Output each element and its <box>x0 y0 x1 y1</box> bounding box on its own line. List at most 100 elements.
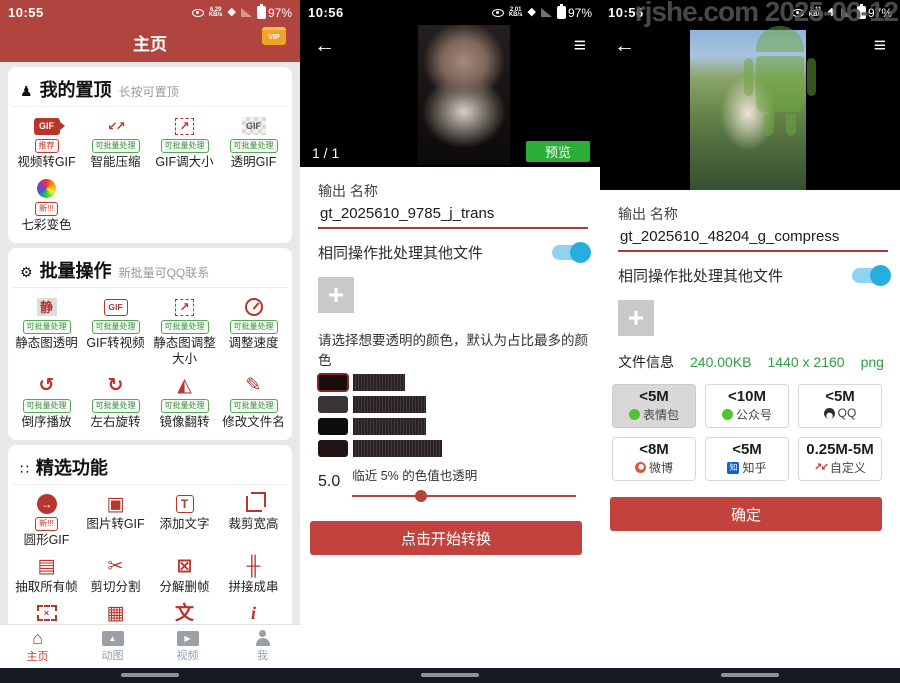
tile-rotate-lr[interactable]: ↻ 可批量处理 左右旋转 <box>81 372 150 435</box>
batch-toggle[interactable] <box>552 245 590 260</box>
system-navbar[interactable] <box>0 668 900 683</box>
output-name-label: 输出 名称 <box>318 181 590 201</box>
option-zhihu[interactable]: <5M 知知乎 <box>705 437 789 481</box>
home-indicator[interactable] <box>421 673 479 677</box>
confirm-button[interactable]: 确定 <box>610 497 882 531</box>
slider-thumb[interactable] <box>415 490 427 502</box>
color-swatch[interactable] <box>318 418 348 435</box>
stacked-images-icon: ▣ <box>107 493 125 515</box>
nav-label: 动图 <box>102 647 124 663</box>
badge: 新!!! <box>35 517 58 531</box>
add-file-button[interactable]: + <box>318 277 354 313</box>
home-indicator[interactable] <box>121 673 179 677</box>
zhihu-icon: 知 <box>727 462 739 474</box>
add-file-button[interactable]: + <box>618 300 654 336</box>
badge: 可批量处理 <box>23 320 71 334</box>
option-qq[interactable]: <5M QQ <box>798 384 882 428</box>
tile-circle-gif[interactable]: → 新!!! 圆形GIF <box>12 490 81 553</box>
preview-button[interactable]: 预览 <box>526 141 590 162</box>
tile-label: 添加文字 <box>159 517 209 533</box>
vip-icon[interactable]: VIP <box>262 27 286 45</box>
section-hint: 新批量可QQ联系 <box>119 264 210 281</box>
output-name-input[interactable]: gt_2025610_9785_j_trans <box>318 201 588 229</box>
person-icon <box>255 630 271 646</box>
tile-label: 倒序播放 <box>21 415 71 431</box>
tile-label: 裁剪宽高 <box>228 517 278 533</box>
android-robot-watermark <box>744 26 816 138</box>
option-size: 0.25M-5M <box>799 441 881 458</box>
section-title: 我的置顶 <box>40 76 112 102</box>
back-arrow-icon[interactable]: ← <box>614 35 635 56</box>
panel-home: 10:55 6.29KB/s ◆ 97% 主页 VIP ♟ 我的置顶 长按可置顶 <box>0 0 300 683</box>
pawn-icon: ♟ <box>20 83 33 100</box>
tile-label: 智能压缩 <box>90 155 140 171</box>
nav-gifs[interactable]: ▲ 动图 <box>75 625 150 668</box>
panel-transparent-tool: 10:56 2.01KB/s ◆ 97% ← ≡ 1 / 1 预览 输出 名称 … <box>300 0 600 683</box>
tile-extract-frames[interactable]: ▤ 抽取所有帧 <box>12 553 81 600</box>
tolerance-slider[interactable] <box>352 489 576 503</box>
nav-home[interactable]: ⌂ 主页 <box>0 625 75 668</box>
tile-static-transparent[interactable]: 静 可批量处理 静态图透明 <box>12 293 81 371</box>
tile-label: 镜像翻转 <box>159 415 209 431</box>
color-swatch[interactable] <box>318 396 348 413</box>
color-swatch[interactable] <box>318 440 348 457</box>
tile-splice-chain[interactable]: ╫ 拼接成串 <box>219 553 288 600</box>
tile-rainbow-color[interactable]: 新!!! 七彩变色 <box>12 175 81 238</box>
start-convert-button[interactable]: 点击开始转换 <box>310 521 582 555</box>
tile-delete-frames[interactable]: ⊠ 分解删帧 <box>150 553 219 600</box>
section-batch: ⚙ 批量操作 新批量可QQ联系 静 可批量处理 静态图透明 GIF 可批量处理 … <box>8 248 292 440</box>
tile-label: 透明GIF <box>231 155 277 171</box>
option-size: <8M <box>613 441 695 458</box>
tile-reverse-play[interactable]: ↺ 可批量处理 倒序播放 <box>12 372 81 435</box>
status-bar: 10:56 2.01KB/s ◆ 97% <box>300 0 600 25</box>
option-size: <5M <box>613 388 695 405</box>
tile-add-text[interactable]: T 添加文字 <box>150 490 219 553</box>
tile-cut-split[interactable]: ✂ 剪切分割 <box>81 553 150 600</box>
hamburger-menu-icon[interactable]: ≡ <box>874 35 886 56</box>
tile-crop-wh[interactable]: 裁剪宽高 <box>219 490 288 553</box>
option-custom[interactable]: 0.25M-5M ↗↙自定义 <box>798 437 882 481</box>
batch-toggle[interactable] <box>852 268 890 283</box>
speedometer-icon <box>245 298 263 316</box>
tile-gif-resize[interactable]: ↗ 可批量处理 GIF调大小 <box>150 112 219 175</box>
nav-videos[interactable]: ▶ 视频 <box>150 625 225 668</box>
battery-percent: 97% <box>268 6 292 20</box>
tile-static-resize[interactable]: ↗ 可批量处理 静态图调整大小 <box>150 293 219 371</box>
option-sticker[interactable]: <5M 表情包 <box>612 384 696 428</box>
color-swatch[interactable] <box>318 374 348 391</box>
tile-transparent-gif[interactable]: GIF 可批量处理 透明GIF <box>219 112 288 175</box>
option-weibo[interactable]: <8M 微博 <box>612 437 696 481</box>
section-title: 精选功能 <box>36 454 108 480</box>
tile-video-to-gif[interactable]: GIF 推荐 视频转GIF <box>12 112 81 175</box>
tile-label: GIF转视频 <box>86 336 144 352</box>
tile-label: 图片转GIF <box>86 517 144 533</box>
badge: 可批量处理 <box>23 399 71 413</box>
tile-image-to-gif[interactable]: ▣ 图片转GIF <box>81 490 150 553</box>
hamburger-menu-icon[interactable]: ≡ <box>574 35 586 56</box>
color-proportion-bar <box>353 418 426 435</box>
tile-rename-file[interactable]: ✎ 可批量处理 修改文件名 <box>219 372 288 435</box>
grid-play-icon: ▦ <box>107 602 125 624</box>
home-indicator[interactable] <box>721 673 779 677</box>
badge: 可批量处理 <box>230 320 278 334</box>
tile-smart-compress[interactable]: ↙↗ 可批量处理 智能压缩 <box>81 112 150 175</box>
nav-me[interactable]: 我 <box>225 625 300 668</box>
battery-percent: 97% <box>568 6 592 20</box>
tile-mirror-flip[interactable]: ◭ 可批量处理 镜像翻转 <box>150 372 219 435</box>
badge: 可批量处理 <box>92 399 140 413</box>
output-name-input[interactable]: gt_2025610_48204_g_compress <box>618 224 888 252</box>
batch-toggle-label: 相同操作批处理其他文件 <box>618 265 783 286</box>
option-official-account[interactable]: <10M 公众号 <box>705 384 789 428</box>
scissors-icon: ✂ <box>108 556 124 578</box>
back-arrow-icon[interactable]: ← <box>314 35 335 56</box>
resize-icon: ↗ <box>175 299 194 316</box>
tile-adjust-speed[interactable]: 可批量处理 调整速度 <box>219 293 288 371</box>
section-pinned: ♟ 我的置顶 长按可置顶 GIF 推荐 视频转GIF ↙↗ 可批量处理 智能压缩… <box>8 67 292 243</box>
site-watermark: rjshe.com 2025-06-12 <box>635 0 898 28</box>
wechat-icon <box>629 409 640 420</box>
splice-icon: ╫ <box>247 556 260 578</box>
network-speed: 2.01KB/s <box>509 8 523 18</box>
frames-icon: ▤ <box>38 556 56 578</box>
preview-image[interactable] <box>418 25 510 165</box>
tile-gif-to-video[interactable]: GIF 可批量处理 GIF转视频 <box>81 293 150 371</box>
